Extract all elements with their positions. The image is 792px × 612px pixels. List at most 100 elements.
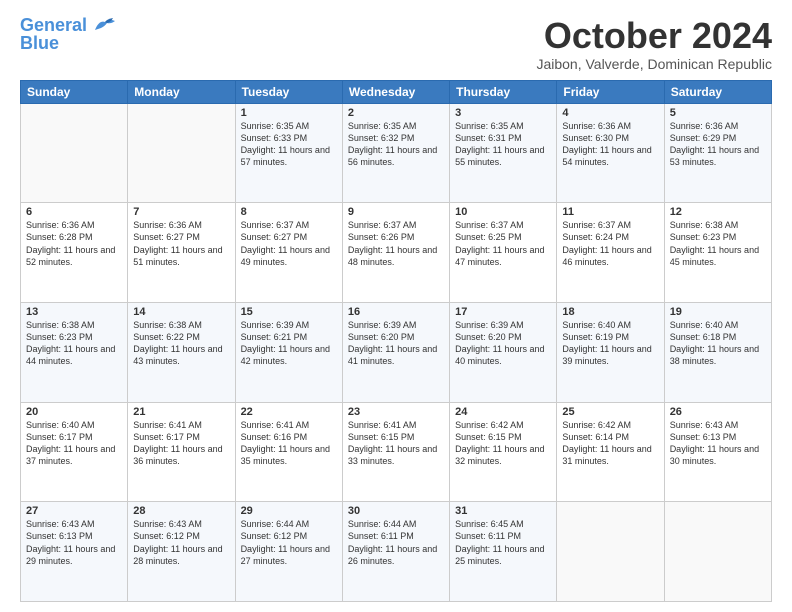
- day-info: Sunrise: 6:39 AM Sunset: 6:20 PM Dayligh…: [348, 319, 444, 368]
- day-info: Sunrise: 6:41 AM Sunset: 6:16 PM Dayligh…: [241, 419, 337, 468]
- day-number: 9: [348, 206, 444, 218]
- day-info: Sunrise: 6:44 AM Sunset: 6:12 PM Dayligh…: [241, 518, 337, 567]
- calendar-cell: 14Sunrise: 6:38 AM Sunset: 6:22 PM Dayli…: [128, 302, 235, 402]
- day-info: Sunrise: 6:37 AM Sunset: 6:27 PM Dayligh…: [241, 219, 337, 268]
- calendar-week-4: 20Sunrise: 6:40 AM Sunset: 6:17 PM Dayli…: [21, 402, 772, 502]
- day-number: 6: [26, 206, 122, 218]
- logo-general: General: [20, 15, 87, 35]
- day-info: Sunrise: 6:40 AM Sunset: 6:18 PM Dayligh…: [670, 319, 766, 368]
- day-number: 21: [133, 406, 229, 418]
- calendar-cell: [128, 103, 235, 203]
- calendar-cell: 25Sunrise: 6:42 AM Sunset: 6:14 PM Dayli…: [557, 402, 664, 502]
- day-number: 16: [348, 306, 444, 318]
- day-number: 3: [455, 107, 551, 119]
- day-info: Sunrise: 6:38 AM Sunset: 6:23 PM Dayligh…: [670, 219, 766, 268]
- day-number: 4: [562, 107, 658, 119]
- calendar-week-2: 6Sunrise: 6:36 AM Sunset: 6:28 PM Daylig…: [21, 203, 772, 303]
- day-number: 31: [455, 505, 551, 517]
- day-info: Sunrise: 6:39 AM Sunset: 6:21 PM Dayligh…: [241, 319, 337, 368]
- day-info: Sunrise: 6:42 AM Sunset: 6:15 PM Dayligh…: [455, 419, 551, 468]
- day-info: Sunrise: 6:44 AM Sunset: 6:11 PM Dayligh…: [348, 518, 444, 567]
- logo-blue: Blue: [20, 33, 59, 53]
- col-header-tuesday: Tuesday: [235, 80, 342, 103]
- calendar-week-1: 1Sunrise: 6:35 AM Sunset: 6:33 PM Daylig…: [21, 103, 772, 203]
- page: General Blue October 2024 Jaibon, Valver…: [0, 0, 792, 612]
- calendar-cell: 4Sunrise: 6:36 AM Sunset: 6:30 PM Daylig…: [557, 103, 664, 203]
- subtitle: Jaibon, Valverde, Dominican Republic: [536, 56, 772, 72]
- day-info: Sunrise: 6:35 AM Sunset: 6:33 PM Dayligh…: [241, 120, 337, 169]
- day-number: 5: [670, 107, 766, 119]
- day-number: 15: [241, 306, 337, 318]
- logo-bird-icon: [91, 16, 119, 34]
- calendar-cell: 9Sunrise: 6:37 AM Sunset: 6:26 PM Daylig…: [342, 203, 449, 303]
- day-number: 25: [562, 406, 658, 418]
- calendar-header-row: SundayMondayTuesdayWednesdayThursdayFrid…: [21, 80, 772, 103]
- day-number: 20: [26, 406, 122, 418]
- day-number: 30: [348, 505, 444, 517]
- calendar-cell: 30Sunrise: 6:44 AM Sunset: 6:11 PM Dayli…: [342, 502, 449, 602]
- day-number: 2: [348, 107, 444, 119]
- calendar-cell: 17Sunrise: 6:39 AM Sunset: 6:20 PM Dayli…: [450, 302, 557, 402]
- calendar-cell: 31Sunrise: 6:45 AM Sunset: 6:11 PM Dayli…: [450, 502, 557, 602]
- calendar-cell: 11Sunrise: 6:37 AM Sunset: 6:24 PM Dayli…: [557, 203, 664, 303]
- day-info: Sunrise: 6:36 AM Sunset: 6:28 PM Dayligh…: [26, 219, 122, 268]
- calendar-cell: 3Sunrise: 6:35 AM Sunset: 6:31 PM Daylig…: [450, 103, 557, 203]
- day-info: Sunrise: 6:37 AM Sunset: 6:25 PM Dayligh…: [455, 219, 551, 268]
- calendar-cell: 12Sunrise: 6:38 AM Sunset: 6:23 PM Dayli…: [664, 203, 771, 303]
- calendar-cell: 26Sunrise: 6:43 AM Sunset: 6:13 PM Dayli…: [664, 402, 771, 502]
- day-number: 7: [133, 206, 229, 218]
- day-number: 28: [133, 505, 229, 517]
- calendar-cell: 28Sunrise: 6:43 AM Sunset: 6:12 PM Dayli…: [128, 502, 235, 602]
- day-number: 10: [455, 206, 551, 218]
- month-title: October 2024: [536, 16, 772, 56]
- calendar: SundayMondayTuesdayWednesdayThursdayFrid…: [20, 80, 772, 602]
- header: General Blue October 2024 Jaibon, Valver…: [20, 16, 772, 72]
- day-info: Sunrise: 6:43 AM Sunset: 6:12 PM Dayligh…: [133, 518, 229, 567]
- calendar-cell: 22Sunrise: 6:41 AM Sunset: 6:16 PM Dayli…: [235, 402, 342, 502]
- day-number: 26: [670, 406, 766, 418]
- col-header-thursday: Thursday: [450, 80, 557, 103]
- day-number: 19: [670, 306, 766, 318]
- day-info: Sunrise: 6:40 AM Sunset: 6:19 PM Dayligh…: [562, 319, 658, 368]
- day-info: Sunrise: 6:41 AM Sunset: 6:15 PM Dayligh…: [348, 419, 444, 468]
- day-number: 17: [455, 306, 551, 318]
- calendar-table: SundayMondayTuesdayWednesdayThursdayFrid…: [20, 80, 772, 602]
- day-info: Sunrise: 6:37 AM Sunset: 6:24 PM Dayligh…: [562, 219, 658, 268]
- calendar-cell: 6Sunrise: 6:36 AM Sunset: 6:28 PM Daylig…: [21, 203, 128, 303]
- calendar-cell: 19Sunrise: 6:40 AM Sunset: 6:18 PM Dayli…: [664, 302, 771, 402]
- calendar-cell: 2Sunrise: 6:35 AM Sunset: 6:32 PM Daylig…: [342, 103, 449, 203]
- day-info: Sunrise: 6:39 AM Sunset: 6:20 PM Dayligh…: [455, 319, 551, 368]
- calendar-cell: 24Sunrise: 6:42 AM Sunset: 6:15 PM Dayli…: [450, 402, 557, 502]
- col-header-saturday: Saturday: [664, 80, 771, 103]
- day-info: Sunrise: 6:41 AM Sunset: 6:17 PM Dayligh…: [133, 419, 229, 468]
- day-number: 11: [562, 206, 658, 218]
- calendar-cell: 13Sunrise: 6:38 AM Sunset: 6:23 PM Dayli…: [21, 302, 128, 402]
- calendar-cell: 8Sunrise: 6:37 AM Sunset: 6:27 PM Daylig…: [235, 203, 342, 303]
- day-number: 29: [241, 505, 337, 517]
- calendar-cell: 27Sunrise: 6:43 AM Sunset: 6:13 PM Dayli…: [21, 502, 128, 602]
- day-number: 14: [133, 306, 229, 318]
- day-info: Sunrise: 6:38 AM Sunset: 6:22 PM Dayligh…: [133, 319, 229, 368]
- day-number: 12: [670, 206, 766, 218]
- day-info: Sunrise: 6:37 AM Sunset: 6:26 PM Dayligh…: [348, 219, 444, 268]
- calendar-cell: 15Sunrise: 6:39 AM Sunset: 6:21 PM Dayli…: [235, 302, 342, 402]
- calendar-cell: 10Sunrise: 6:37 AM Sunset: 6:25 PM Dayli…: [450, 203, 557, 303]
- calendar-cell: 23Sunrise: 6:41 AM Sunset: 6:15 PM Dayli…: [342, 402, 449, 502]
- day-info: Sunrise: 6:43 AM Sunset: 6:13 PM Dayligh…: [670, 419, 766, 468]
- day-number: 23: [348, 406, 444, 418]
- day-number: 27: [26, 505, 122, 517]
- day-number: 13: [26, 306, 122, 318]
- calendar-cell: 29Sunrise: 6:44 AM Sunset: 6:12 PM Dayli…: [235, 502, 342, 602]
- day-info: Sunrise: 6:38 AM Sunset: 6:23 PM Dayligh…: [26, 319, 122, 368]
- day-info: Sunrise: 6:36 AM Sunset: 6:27 PM Dayligh…: [133, 219, 229, 268]
- day-number: 24: [455, 406, 551, 418]
- calendar-cell: 18Sunrise: 6:40 AM Sunset: 6:19 PM Dayli…: [557, 302, 664, 402]
- calendar-cell: [21, 103, 128, 203]
- calendar-cell: 20Sunrise: 6:40 AM Sunset: 6:17 PM Dayli…: [21, 402, 128, 502]
- logo-text: General Blue: [20, 16, 87, 52]
- calendar-week-3: 13Sunrise: 6:38 AM Sunset: 6:23 PM Dayli…: [21, 302, 772, 402]
- day-number: 1: [241, 107, 337, 119]
- calendar-cell: [557, 502, 664, 602]
- day-info: Sunrise: 6:45 AM Sunset: 6:11 PM Dayligh…: [455, 518, 551, 567]
- day-info: Sunrise: 6:35 AM Sunset: 6:31 PM Dayligh…: [455, 120, 551, 169]
